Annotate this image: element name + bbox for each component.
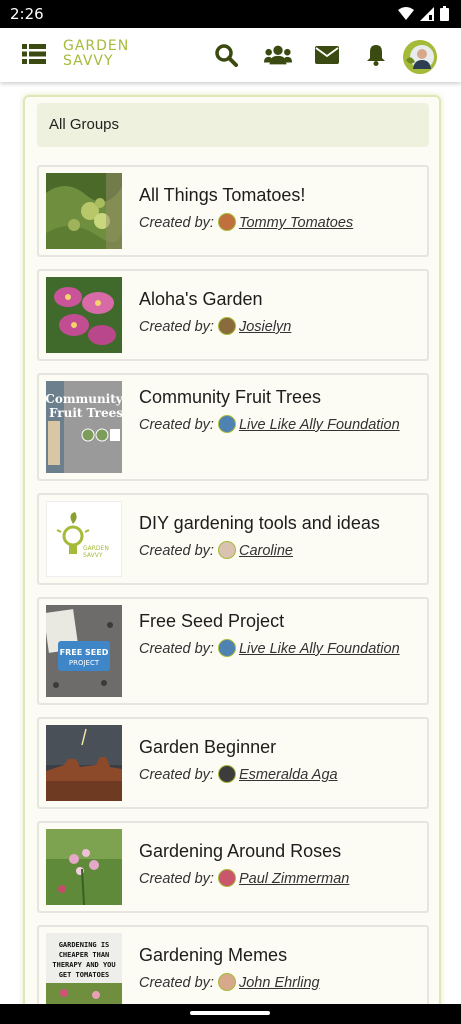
group-creator-line: Created by: Caroline bbox=[139, 537, 419, 566]
group-thumbnail[interactable] bbox=[46, 277, 122, 353]
creator-avatar[interactable] bbox=[217, 415, 236, 433]
group-thumbnail[interactable]: Community Fruit Trees bbox=[46, 381, 122, 473]
system-nav-bar bbox=[0, 1004, 461, 1024]
app-header: GARDEN SAVVY bbox=[0, 28, 461, 82]
thumb-text: GARDENING IS bbox=[59, 941, 110, 949]
status-time: 2:26 bbox=[10, 5, 44, 23]
thumb-text: GARDEN bbox=[83, 545, 109, 552]
group-creator-line: Created by: Josielyn bbox=[139, 313, 419, 342]
menu-grid-icon[interactable] bbox=[22, 44, 46, 64]
thumb-text: GET TOMATOES bbox=[59, 971, 110, 979]
group-thumbnail[interactable]: GARDENING IS CHEAPER THAN THERAPY AND YO… bbox=[46, 933, 122, 1009]
logo-line-1: GARDEN bbox=[63, 38, 130, 54]
creator-link[interactable]: John Ehrling bbox=[239, 975, 320, 991]
creator-avatar[interactable] bbox=[217, 213, 236, 231]
created-by-label: Created by: bbox=[139, 417, 214, 433]
wifi-icon bbox=[398, 6, 414, 20]
home-gesture-pill[interactable] bbox=[190, 1011, 270, 1015]
creator-avatar[interactable] bbox=[217, 765, 236, 783]
garden-savvy-logo[interactable]: GARDEN SAVVY bbox=[63, 39, 129, 69]
group-card[interactable]: GARDEN SAVVY DIY gardening tools and ide… bbox=[37, 493, 429, 585]
panel-title: All Groups bbox=[37, 103, 429, 147]
creator-avatar[interactable] bbox=[217, 317, 236, 335]
group-thumbnail[interactable]: GARDEN SAVVY bbox=[46, 501, 122, 577]
logo-line-2: SAVVY bbox=[63, 53, 114, 69]
creator-link[interactable]: Esmeralda Aga bbox=[239, 767, 338, 783]
creator-link[interactable]: Tommy Tomatoes bbox=[239, 215, 353, 231]
members-icon[interactable] bbox=[264, 42, 292, 68]
thumb-text: FREE SEED bbox=[60, 648, 109, 657]
group-card[interactable]: Community Fruit Trees Community Fruit Tr… bbox=[37, 373, 429, 481]
group-thumbnail[interactable] bbox=[46, 725, 122, 801]
created-by-label: Created by: bbox=[139, 215, 214, 231]
thumb-text: PROJECT bbox=[69, 659, 100, 667]
group-name[interactable]: Aloha's Garden bbox=[139, 289, 263, 310]
thumb-text: Community bbox=[46, 392, 122, 406]
thumb-text: Fruit Trees bbox=[49, 406, 122, 420]
group-card[interactable]: Gardening Around Roses Created by: Paul Z… bbox=[37, 821, 429, 913]
group-creator-line: Created by: Paul Zimmerman bbox=[139, 865, 419, 894]
battery-icon bbox=[440, 6, 449, 21]
created-by-label: Created by: bbox=[139, 975, 214, 991]
signal-icon bbox=[420, 6, 434, 21]
status-bar: 2:26 bbox=[0, 0, 461, 28]
groups-panel: All Groups All Things Tomatoes! Created … bbox=[23, 95, 441, 1024]
group-thumbnail[interactable]: FREE SEED PROJECT bbox=[46, 605, 122, 697]
group-creator-line: Created by: Tommy Tomatoes bbox=[139, 209, 419, 238]
mail-icon[interactable] bbox=[313, 42, 341, 68]
creator-avatar[interactable] bbox=[217, 541, 236, 559]
thumb-text: SAVVY bbox=[83, 552, 103, 559]
thumb-text: CHEAPER THAN bbox=[59, 951, 110, 959]
group-name[interactable]: Garden Beginner bbox=[139, 737, 276, 758]
search-icon[interactable] bbox=[212, 42, 240, 68]
bell-icon[interactable] bbox=[362, 42, 390, 68]
created-by-label: Created by: bbox=[139, 767, 214, 783]
group-card[interactable]: Aloha's Garden Created by: Josielyn bbox=[37, 269, 429, 361]
thumb-text: THERAPY AND YOU bbox=[52, 961, 115, 969]
group-name[interactable]: All Things Tomatoes! bbox=[139, 185, 305, 206]
creator-link[interactable]: Live Like Ally Foundation bbox=[239, 641, 400, 657]
group-creator-line: Created by: Live Like Ally Foundation bbox=[139, 635, 419, 664]
group-name[interactable]: DIY gardening tools and ideas bbox=[139, 513, 380, 534]
group-creator-line: Created by: John Ehrling bbox=[139, 969, 419, 998]
group-name[interactable]: Gardening Memes bbox=[139, 945, 287, 966]
created-by-label: Created by: bbox=[139, 871, 214, 887]
creator-link[interactable]: Caroline bbox=[239, 543, 293, 559]
group-card[interactable]: Garden Beginner Created by: Esmeralda Aga bbox=[37, 717, 429, 809]
created-by-label: Created by: bbox=[139, 641, 214, 657]
creator-avatar[interactable] bbox=[217, 973, 236, 991]
group-card[interactable]: FREE SEED PROJECT Free Seed Project Crea… bbox=[37, 597, 429, 705]
status-icons bbox=[398, 6, 449, 21]
group-name[interactable]: Free Seed Project bbox=[139, 611, 284, 632]
created-by-label: Created by: bbox=[139, 319, 214, 335]
creator-avatar[interactable] bbox=[217, 869, 236, 887]
group-name[interactable]: Gardening Around Roses bbox=[139, 841, 341, 862]
creator-avatar[interactable] bbox=[217, 639, 236, 657]
group-creator-line: Created by: Live Like Ally Foundation bbox=[139, 411, 419, 440]
creator-link[interactable]: Live Like Ally Foundation bbox=[239, 417, 400, 433]
creator-link[interactable]: Paul Zimmerman bbox=[239, 871, 349, 887]
group-card[interactable]: All Things Tomatoes! Created by: Tommy To… bbox=[37, 165, 429, 257]
group-creator-line: Created by: Esmeralda Aga bbox=[139, 761, 419, 790]
group-thumbnail[interactable] bbox=[46, 829, 122, 905]
user-avatar[interactable] bbox=[403, 40, 437, 74]
group-thumbnail[interactable] bbox=[46, 173, 122, 249]
creator-link[interactable]: Josielyn bbox=[239, 319, 291, 335]
created-by-label: Created by: bbox=[139, 543, 214, 559]
group-name[interactable]: Community Fruit Trees bbox=[139, 387, 321, 408]
